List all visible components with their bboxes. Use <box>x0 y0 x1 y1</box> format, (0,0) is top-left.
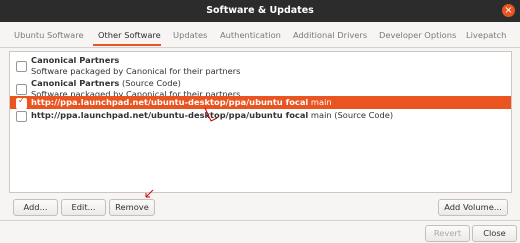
source-title: Canonical Partners <box>31 78 120 88</box>
sources-list: Canonical Partners Software packaged by … <box>9 51 512 193</box>
add-button[interactable]: Add... <box>13 199 58 216</box>
tab-other-software[interactable]: Other Software <box>98 30 161 40</box>
window-close-button[interactable]: × <box>502 4 515 17</box>
tab-ubuntu-software[interactable]: Ubuntu Software <box>14 30 84 40</box>
source-title: http://ppa.launchpad.net/ubuntu-desktop/… <box>31 97 309 107</box>
source-checkbox-checked[interactable]: ✓ <box>16 96 27 109</box>
source-checkbox[interactable] <box>16 111 27 122</box>
remove-button[interactable]: Remove <box>109 199 155 216</box>
software-updates-window: Software & Updates × Ubuntu Software Oth… <box>0 0 520 243</box>
revert-button[interactable]: Revert <box>425 225 470 242</box>
tab-additional-drivers[interactable]: Additional Drivers <box>293 30 367 40</box>
close-button[interactable]: Close <box>472 225 517 242</box>
add-volume-button[interactable]: Add Volume... <box>438 199 508 216</box>
tab-developer-options[interactable]: Developer Options <box>379 30 456 40</box>
source-row[interactable]: http://ppa.launchpad.net/ubuntu-desktop/… <box>10 109 511 122</box>
source-row-selected[interactable]: ✓ http://ppa.launchpad.net/ubuntu-deskto… <box>10 96 511 109</box>
tab-authentication[interactable]: Authentication <box>220 30 281 40</box>
tab-livepatch[interactable]: Livepatch <box>466 30 506 40</box>
window-title: Software & Updates <box>206 5 314 16</box>
source-subtitle: Software packaged by Canonical for their… <box>31 66 241 76</box>
source-row[interactable]: Canonical Partners Software packaged by … <box>10 54 511 78</box>
checkmark-icon: ✓ <box>17 96 26 106</box>
edit-button[interactable]: Edit... <box>61 199 106 216</box>
tab-updates[interactable]: Updates <box>173 30 207 40</box>
source-title: Canonical Partners <box>31 55 120 65</box>
source-title: http://ppa.launchpad.net/ubuntu-desktop/… <box>31 110 309 120</box>
titlebar: Software & Updates × <box>0 0 520 22</box>
source-title-suffix: main <box>308 97 332 107</box>
source-checkbox[interactable] <box>16 61 27 72</box>
tab-bar: Ubuntu Software Other Software Updates A… <box>0 22 520 48</box>
source-checkbox[interactable] <box>16 84 27 95</box>
source-title-suffix: main (Source Code) <box>308 110 394 120</box>
source-title-suffix: (Source Code) <box>119 78 181 88</box>
footer-divider <box>0 220 520 221</box>
active-tab-indicator <box>93 44 161 46</box>
